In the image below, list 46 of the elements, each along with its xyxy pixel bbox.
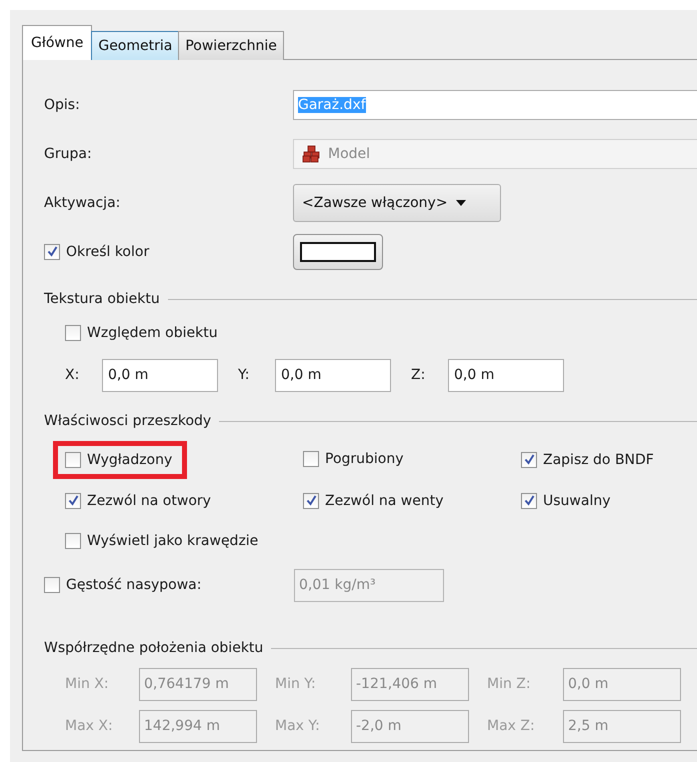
cubes-icon	[302, 144, 322, 162]
checkbox-label: Wygładzony	[87, 452, 172, 468]
checkbox-label: Zapisz do BNDF	[543, 452, 654, 468]
coord-field[interactable]: 0,0 m	[275, 358, 391, 392]
coord-label: Max X:	[65, 718, 114, 734]
coord-label: Y:	[238, 367, 250, 383]
checkbox-label: Zezwól na wenty	[325, 492, 444, 509]
checkbox[interactable]	[521, 452, 537, 468]
tab[interactable]: Powierzchnie	[178, 31, 284, 60]
tab[interactable]: Główne	[22, 25, 92, 60]
field-label: Grupa:	[44, 146, 93, 162]
coord-label: Min Z:	[486, 676, 532, 692]
section-title: Tekstura obiektu	[44, 291, 160, 307]
field-label: Opis:	[44, 96, 81, 112]
color-button[interactable]	[293, 234, 383, 270]
section-title: Współrzędne położenia obiektu	[44, 640, 264, 656]
checkbox-label: Usuwalny	[543, 492, 610, 509]
checkbox-label: Zezwól na otwory	[87, 492, 211, 509]
activation-dropdown[interactable]: <Zawsze włączony>	[293, 184, 501, 222]
checkbox-label: Pogrubiony	[325, 450, 404, 466]
group-field[interactable]: Model	[293, 138, 697, 168]
checkbox-label: Wyświetl jako krawędzie	[87, 532, 258, 548]
checkbox[interactable]	[65, 325, 81, 341]
field-label: Aktywacja:	[44, 194, 122, 210]
checkbox[interactable]	[303, 450, 319, 466]
coord-label: Min Y:	[274, 676, 317, 692]
coord-field[interactable]: 0,0 m	[448, 358, 564, 392]
description-field[interactable]: Garaż.dxf	[293, 90, 697, 120]
coord-label: Z:	[411, 367, 426, 383]
checkbox[interactable]	[65, 452, 81, 468]
checkbox[interactable]	[521, 492, 537, 509]
tab[interactable]: Geometria	[91, 31, 180, 60]
coord-label: Min X:	[65, 676, 110, 692]
checkbox[interactable]	[65, 532, 81, 548]
section-title: Właściwosci przeszkody	[44, 413, 212, 429]
coord-label: X:	[65, 367, 80, 383]
coord-label: Max Z:	[486, 718, 536, 734]
checkbox[interactable]	[303, 492, 319, 509]
coord-label: Max Y:	[274, 718, 321, 734]
checkbox-label: Określ kolor	[66, 244, 150, 260]
checkbox-label: Względem obiektu	[87, 325, 218, 341]
coord-field[interactable]: 0,0 m	[102, 358, 218, 392]
checkbox[interactable]	[44, 244, 60, 260]
caret-icon	[456, 200, 466, 206]
checkbox[interactable]	[65, 492, 81, 509]
checkbox-label: Gęstość nasypowa:	[66, 577, 202, 593]
